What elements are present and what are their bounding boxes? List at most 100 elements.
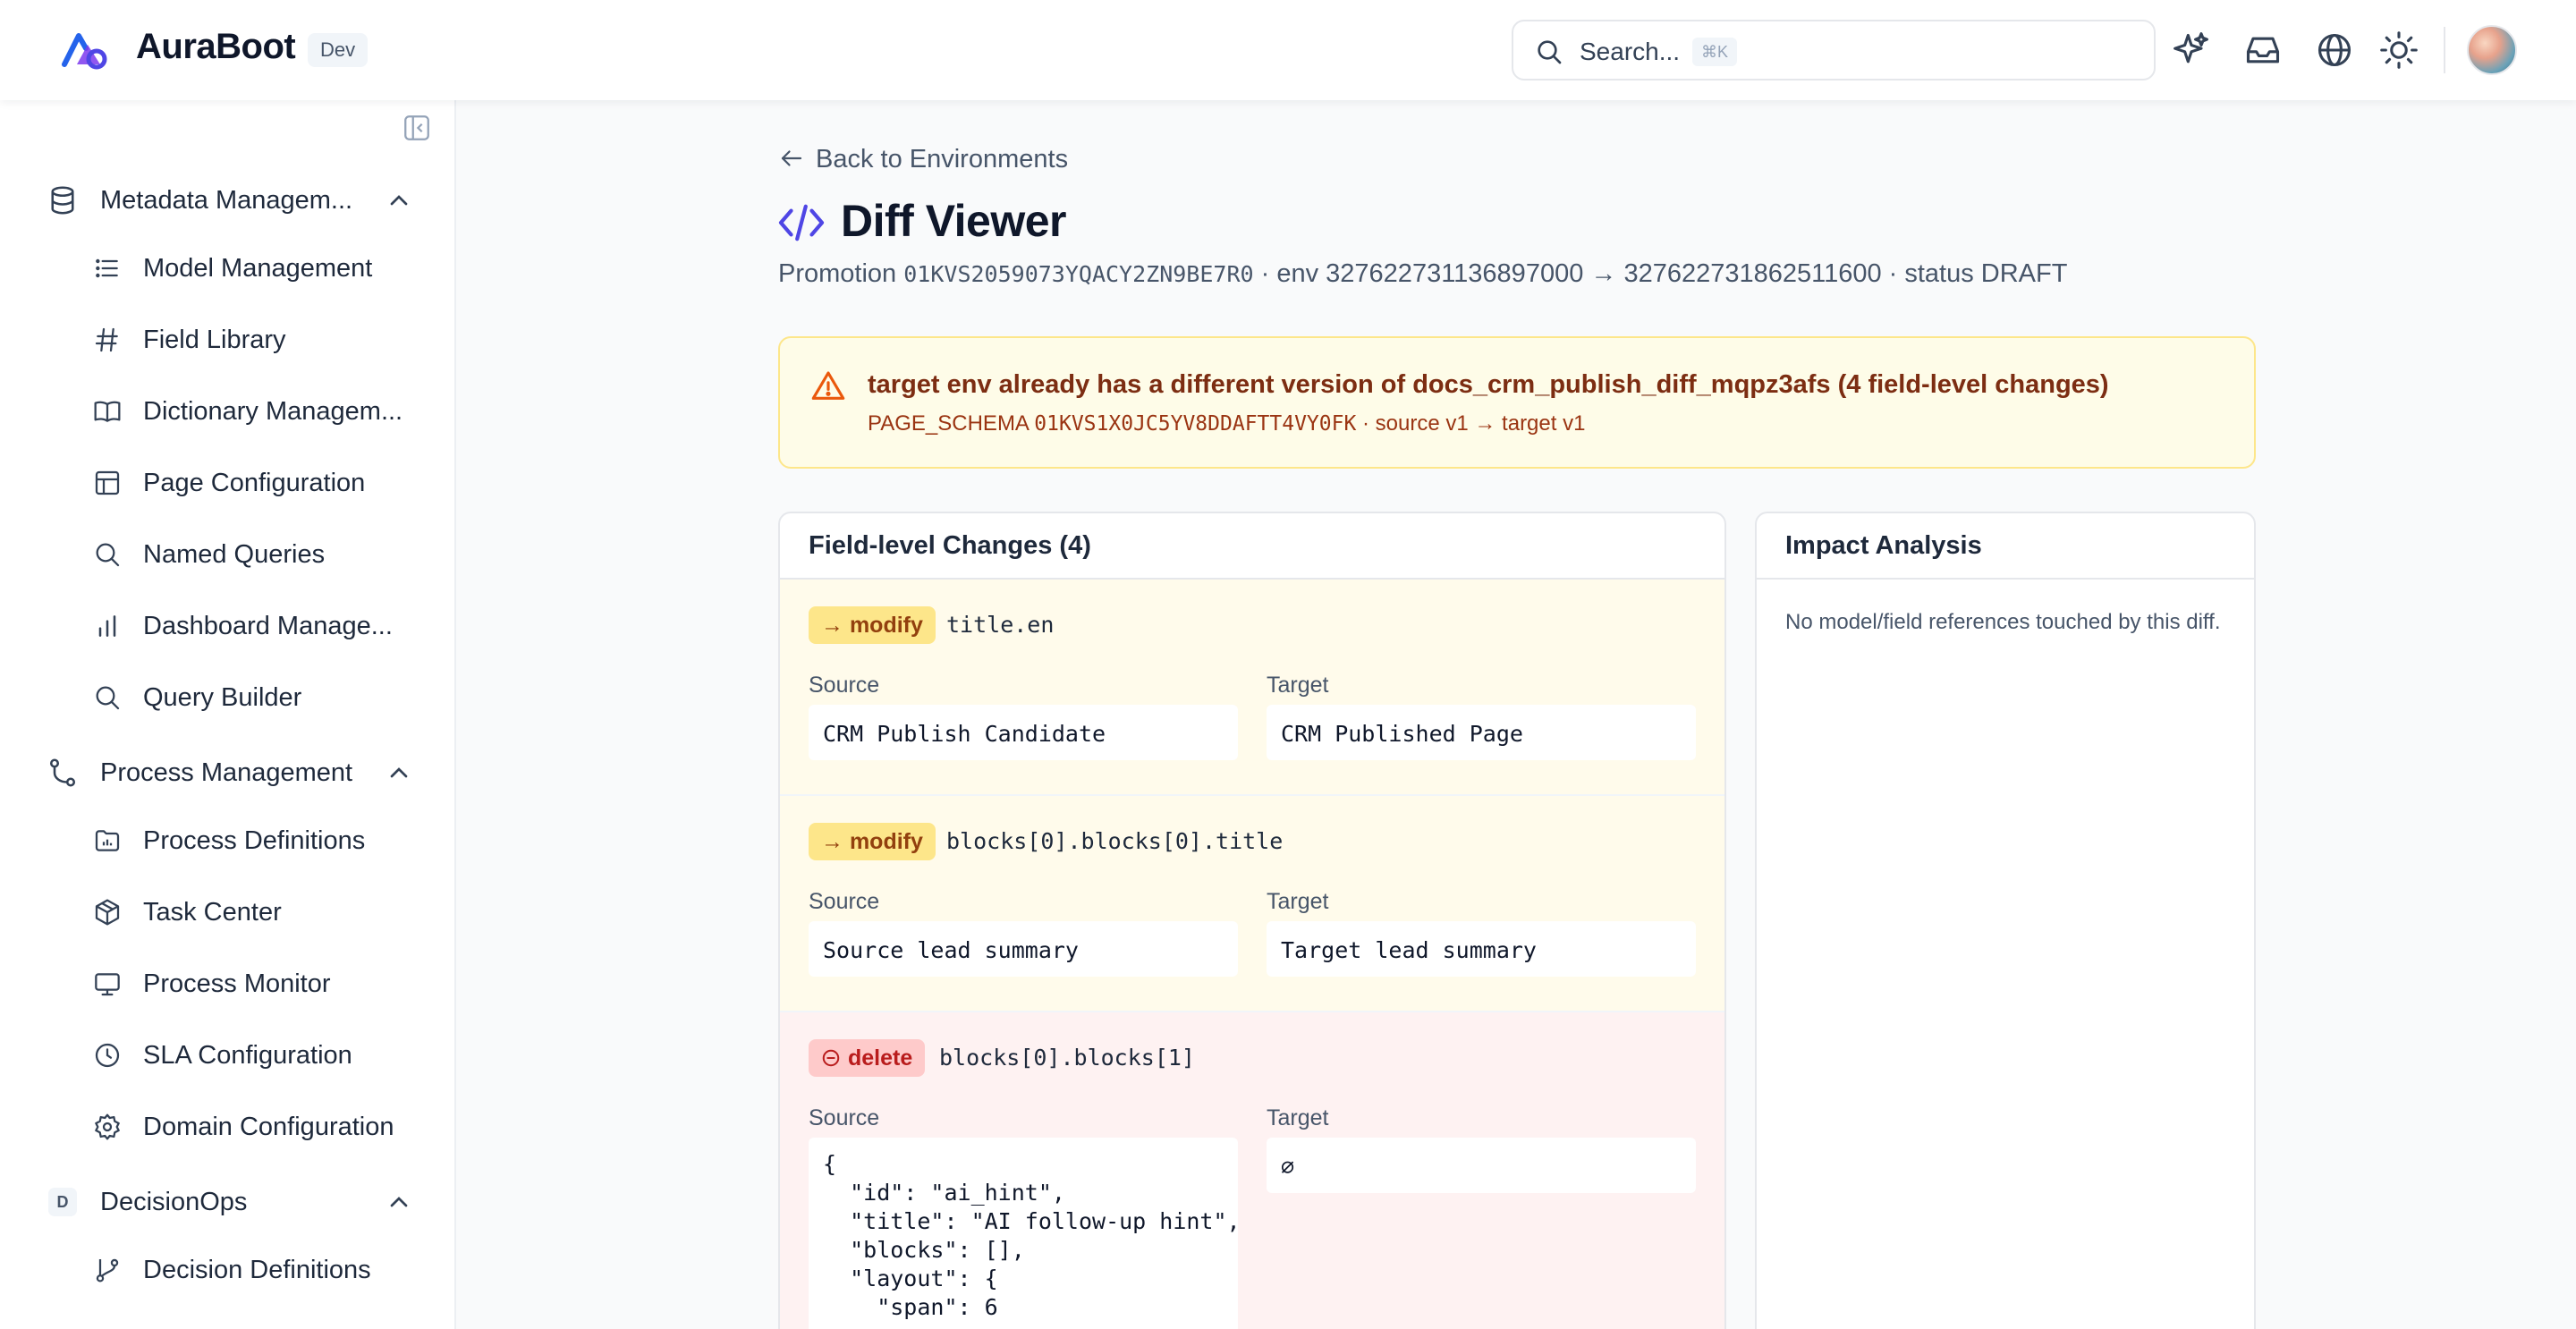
delete-tag-label: delete — [848, 1045, 913, 1071]
sidebar-item-named-queries[interactable]: Named Queries — [93, 529, 415, 580]
sidebar-item-label: Task Center — [143, 898, 282, 927]
book-icon — [94, 401, 121, 422]
search-icon — [96, 543, 120, 567]
clock-icon — [95, 1043, 120, 1068]
sidebar-item-model-management[interactable]: Model Management — [93, 243, 415, 293]
sidebar-item-query-builder[interactable]: Query Builder — [93, 673, 415, 723]
sun-icon[interactable] — [2379, 30, 2419, 70]
promotion-summary: Promotion 01KVS2059073YQACY2ZN9BE7R0 · e… — [778, 259, 2067, 289]
list-icon — [96, 258, 118, 278]
sidebar-group-label: Metadata Managem... — [100, 186, 353, 215]
target-value: CRM Published Page — [1267, 705, 1696, 760]
change-item: → modify blocks[0].blocks[0].title Sourc… — [780, 796, 1724, 1012]
modify-tag: → modify — [809, 606, 936, 644]
change-path: title.en — [946, 612, 1055, 638]
header-divider — [2444, 27, 2445, 73]
sidebar-group-metadata[interactable]: Metadata Managem... — [47, 175, 413, 225]
schema-versions: · source v1 → target v1 — [1362, 411, 1586, 436]
target-label: Target — [1267, 1105, 1329, 1130]
env-badge: Dev — [308, 33, 369, 67]
sidebar-item-label: Process Monitor — [143, 969, 331, 998]
search-shortcut: ⌘K — [1692, 38, 1738, 66]
card-header: Field-level Changes (4) — [780, 513, 1724, 580]
sidebar-item-dictionary-management[interactable]: Dictionary Managem... — [93, 386, 415, 436]
sidebar-item-label: Query Builder — [143, 683, 302, 712]
schema-id: 01KVS1X0JC5YV8DDAFTT4VY0FK — [1034, 412, 1357, 436]
search-placeholder[interactable]: Search... — [1580, 38, 1680, 66]
source-value: CRM Publish Candidate — [809, 705, 1238, 760]
inbox-icon[interactable] — [2243, 30, 2283, 70]
card-title: Field-level Changes (4) — [809, 531, 1091, 560]
promotion-prefix: Promotion — [778, 259, 897, 288]
sidebar-item-sla-configuration[interactable]: SLA Configuration — [93, 1030, 415, 1080]
target-value: Target lead summary — [1267, 921, 1696, 977]
source-label: Source — [809, 673, 880, 698]
impact-empty-text: No model/field references touched by thi… — [1785, 610, 2221, 634]
promotion-id: 01KVS2059073YQACY2ZN9BE7R0 — [903, 261, 1254, 287]
user-avatar[interactable] — [2467, 25, 2517, 75]
brand-name[interactable]: AuraBoot — [136, 27, 296, 67]
delete-tag: delete — [809, 1039, 926, 1077]
sidebar-item-label: Decision Definitions — [143, 1256, 371, 1284]
layout-icon — [95, 470, 120, 495]
sidebar-item-label: Page Configuration — [143, 469, 366, 497]
sidebar-item-label: Named Queries — [143, 540, 326, 569]
arrow-left-icon — [781, 150, 802, 166]
sidebar-item-decision-definitions[interactable]: Decision Definitions — [93, 1245, 415, 1295]
back-to-environments-link[interactable]: Back to Environments — [778, 145, 1068, 174]
database-icon — [51, 186, 74, 215]
sidebar-item-process-monitor[interactable]: Process Monitor — [93, 959, 415, 1009]
target-label: Target — [1267, 889, 1329, 914]
source-label: Source — [809, 889, 880, 914]
sidebar-item-label: SLA Configuration — [143, 1041, 352, 1070]
minus-circle-icon — [822, 1049, 840, 1067]
impact-analysis-card: Impact Analysis No model/field reference… — [1755, 512, 2256, 1329]
hash-icon — [95, 327, 118, 352]
package-icon — [95, 899, 120, 926]
search-box[interactable]: Search... ⌘K — [1512, 20, 2156, 80]
auraboot-logo-icon[interactable] — [61, 30, 109, 70]
warning-title: target env already has a different versi… — [868, 370, 2109, 399]
globe-icon[interactable] — [2315, 30, 2354, 70]
change-item: → modify title.en Source Target CRM Publ… — [780, 580, 1724, 796]
search-icon — [1538, 40, 1562, 64]
monitor-icon — [95, 973, 120, 996]
git-branch-icon — [96, 1258, 119, 1282]
sidebar-group-label: Process Management — [100, 758, 353, 787]
chevron-up-icon[interactable] — [385, 758, 413, 787]
source-json-value: { "id": "ai_hint", "title": "AI follow-u… — [809, 1138, 1238, 1329]
sidebar-group-process-management[interactable]: Process Management — [47, 748, 413, 798]
warning-triangle-icon — [811, 371, 845, 400]
workflow-icon — [49, 758, 76, 787]
sidebar-group-label: DecisionOps — [100, 1188, 248, 1216]
sidebar-item-label: Dashboard Manage... — [143, 612, 393, 640]
sidebar-item-label: Model Management — [143, 254, 373, 283]
sidebar-item-task-center[interactable]: Task Center — [93, 887, 415, 937]
code-icon — [778, 204, 825, 241]
sidebar-item-page-configuration[interactable]: Page Configuration — [93, 458, 415, 508]
page-title: Diff Viewer — [841, 196, 1067, 246]
target-value: ∅ — [1267, 1138, 1696, 1193]
top-header: AuraBoot Dev Search... ⌘K — [0, 0, 2576, 100]
chevron-up-icon[interactable] — [385, 1188, 413, 1216]
sparkles-icon[interactable] — [2172, 30, 2211, 70]
conflict-warning-banner: target env already has a different versi… — [778, 336, 2256, 469]
gear-icon — [95, 1113, 120, 1140]
change-path: blocks[0].blocks[0].title — [946, 828, 1284, 854]
target-label: Target — [1267, 673, 1329, 698]
sidebar-group-decisionops[interactable]: D DecisionOps — [47, 1177, 413, 1227]
source-label: Source — [809, 1105, 880, 1130]
sidebar-item-domain-configuration[interactable]: Domain Configuration — [93, 1102, 415, 1152]
chevron-up-icon[interactable] — [385, 186, 413, 215]
sidebar-item-process-definitions[interactable]: Process Definitions — [93, 816, 415, 866]
sidebar-item-dashboard-management[interactable]: Dashboard Manage... — [93, 601, 415, 651]
sidebar-collapse-icon[interactable] — [401, 113, 433, 143]
search-icon — [96, 686, 120, 710]
back-link-label: Back to Environments — [816, 145, 1069, 174]
field-changes-card: Field-level Changes (4) → modify title.e… — [778, 512, 1726, 1329]
sidebar-item-label: Process Definitions — [143, 826, 366, 855]
schema-type: PAGE_SCHEMA — [868, 411, 1029, 436]
folder-chart-icon — [95, 830, 120, 851]
modify-tag: → modify — [809, 823, 936, 860]
sidebar-item-field-library[interactable]: Field Library — [93, 315, 415, 365]
